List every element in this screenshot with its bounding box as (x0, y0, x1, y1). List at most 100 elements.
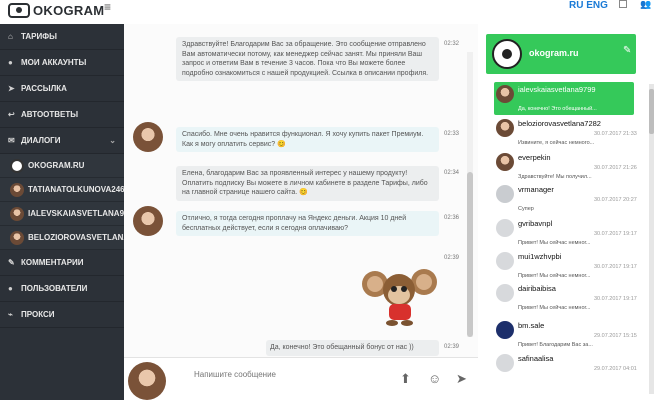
scroll-thumb[interactable] (649, 89, 654, 134)
message-time: 02:36 (444, 215, 460, 221)
contact-date: 30.07.2017 19:17 (594, 264, 637, 270)
contact-date: 29.07.2017 15:15 (594, 333, 637, 339)
contact-name: vrmanager (518, 185, 554, 194)
emoji-icon[interactable]: ☺ (428, 371, 441, 386)
contact-name: everpekin (518, 153, 551, 162)
contact-item[interactable]: beloziorovasvetlana7282 30.07.2017 21:33… (494, 116, 637, 149)
contact-preview: Привет! Мы сейчас немног... (518, 305, 591, 311)
contact-preview: Привет! Мы сейчас немног... (518, 240, 591, 246)
avatar (496, 85, 514, 103)
menu-icon[interactable]: ≡ (104, 0, 111, 14)
message-outgoing: Да, конечно! Это обещанный бонус от нас … (266, 340, 439, 356)
sticker-image (362, 269, 437, 326)
contact-preview: Да, конечно! Это обещанный... (518, 106, 597, 112)
message-input[interactable] (194, 366, 364, 382)
upload-icon[interactable]: ⬆ (400, 371, 411, 387)
chat-icon: ✉ (8, 136, 15, 145)
sticker-foot (401, 320, 413, 326)
contact-date: 30.07.2017 19:17 (594, 296, 637, 302)
avatar (496, 354, 514, 372)
sticker-ear-right-inner (416, 274, 432, 290)
message-time: 02:32 (444, 41, 460, 47)
contact-date: 30.07.2017 19:17 (594, 231, 637, 237)
send-icon[interactable]: ➤ (456, 371, 467, 387)
chevron-down-icon: ⌄ (109, 136, 116, 145)
nav-proxy[interactable]: ⌁ ПРОКСИ (0, 302, 124, 328)
contact-date: 30.07.2017 20:27 (594, 197, 637, 203)
rss-icon: ⌁ (8, 310, 13, 319)
contact-name: mui1wzhvpbi (518, 252, 562, 261)
users-icon: ● (8, 284, 13, 293)
contact-item[interactable]: vrmanager 30.07.2017 20:27 Супер (494, 182, 637, 215)
avatar (496, 219, 514, 237)
contact-preview: Извините, я сейчас немного... (518, 140, 595, 146)
dialog-beloziorovasvetlana[interactable]: BELOZIOROVASVETLANA7 (0, 226, 124, 250)
nav-mailing[interactable]: ➤ РАССЫЛКА (0, 76, 124, 102)
eye-icon (8, 3, 30, 18)
top-bar: OKOGRAM ≡ RU ENG 👥 (0, 0, 660, 24)
contact-item[interactable]: everpekin 30.07.2017 21:26 Здравствуйте!… (494, 150, 637, 183)
nav-tariffs[interactable]: ⌂ ТАРИФЫ (0, 24, 124, 50)
contact-preview: Привет! Благодарим Вас за... (518, 342, 593, 348)
avatar (496, 321, 514, 339)
avatar (10, 206, 24, 221)
avatar (10, 158, 24, 173)
contact-name: ialevskaiasvetlana9799 (518, 85, 596, 94)
chat-scrollbar[interactable] (467, 52, 473, 337)
avatar (496, 252, 514, 270)
message-time: 02:39 (444, 255, 460, 261)
avatar (10, 230, 24, 245)
message-outgoing: Елена, благодарим Вас за проявленный инт… (176, 166, 439, 201)
sidebar: ⌂ ТАРИФЫ ● МОИ АККАУНТЫ ➤ РАССЫЛКА ↩ АВТООТВ… (0, 24, 124, 400)
message-outgoing: Здравствуйте! Благодарим Вас за обращени… (176, 37, 439, 82)
scroll-thumb[interactable] (467, 172, 473, 337)
message-time: 02:33 (444, 131, 460, 137)
contact-preview: Привет! Мы сейчас немног... (518, 273, 591, 279)
message-time: 02:39 (444, 344, 460, 350)
dialog-tatianatolkunova[interactable]: TATIANATOLKUNOVA2461 (0, 178, 124, 202)
avatar (496, 153, 514, 171)
dialog-okogram[interactable]: OKOGRAM.RU (0, 154, 124, 178)
sticker-eye (391, 286, 397, 292)
sticker-ear-left-inner (367, 276, 383, 292)
avatar (133, 206, 163, 236)
contact-preview: Здравствуйте! Мы получил... (518, 174, 592, 180)
home-icon: ⌂ (8, 32, 13, 41)
avatar (496, 284, 514, 302)
contact-name: dairibaibisa (518, 284, 556, 293)
contact-name: safinaalisa (518, 354, 554, 363)
nav-accounts[interactable]: ● МОИ АККАУНТЫ (0, 50, 124, 76)
avatar (496, 185, 514, 203)
send-icon: ➤ (8, 84, 15, 93)
nav-dialogs[interactable]: ✉ ДИАЛОГИ ⌄ (0, 128, 124, 154)
account-avatar (492, 39, 522, 69)
nav-comments[interactable]: ✎ КОММЕНТАРИИ (0, 250, 124, 276)
contact-date: 30.07.2017 21:26 (594, 165, 637, 171)
contact-name: beloziorovasvetlana7282 (518, 119, 601, 128)
contact-item[interactable]: dairibaibisa 30.07.2017 19:17 Привет! Мы… (494, 281, 637, 314)
contact-item[interactable]: gvribavnpl 30.07.2017 19:17 Привет! Мы с… (494, 216, 637, 249)
nav-users[interactable]: ● ПОЛЬЗОВАТЕЛИ (0, 276, 124, 302)
contacts-panel: okogram.ru ✎ ialevskaiasvetlana9799 Да, … (478, 24, 660, 400)
account-title: okogram.ru (529, 48, 579, 58)
avatar (133, 122, 163, 152)
compose-edit-icon[interactable]: ✎ (623, 45, 631, 56)
logo[interactable]: OKOGRAM (8, 3, 104, 18)
comment-icon: ✎ (8, 258, 15, 267)
avatar (10, 182, 24, 197)
contact-item[interactable]: ialevskaiasvetlana9799 Да, конечно! Это … (494, 82, 634, 115)
contact-item[interactable]: safinaalisa 29.07.2017 04:01 (494, 351, 637, 384)
language-switcher[interactable]: RU ENG (569, 0, 608, 11)
window-icon[interactable] (619, 0, 627, 8)
nav-autoreplies[interactable]: ↩ АВТООТВЕТЫ (0, 102, 124, 128)
sticker-foot (386, 320, 398, 326)
contact-item[interactable]: bm.sale 29.07.2017 15:15 Привет! Благода… (494, 318, 637, 351)
message-incoming: Спасибо. Мне очень нравится функционал. … (176, 127, 439, 153)
users-icon[interactable]: 👥 (640, 0, 651, 10)
contact-item[interactable]: mui1wzhvpbi 30.07.2017 19:17 Привет! Мы … (494, 249, 637, 282)
reply-icon: ↩ (8, 110, 15, 119)
dialog-ialevskaiasvetlana[interactable]: IALEVSKAIASVETLANA9799 (0, 202, 124, 226)
avatar (496, 119, 514, 137)
contacts-scrollbar[interactable] (649, 84, 654, 394)
compose-bar: ⬆ ☺ ➤ (124, 357, 478, 400)
